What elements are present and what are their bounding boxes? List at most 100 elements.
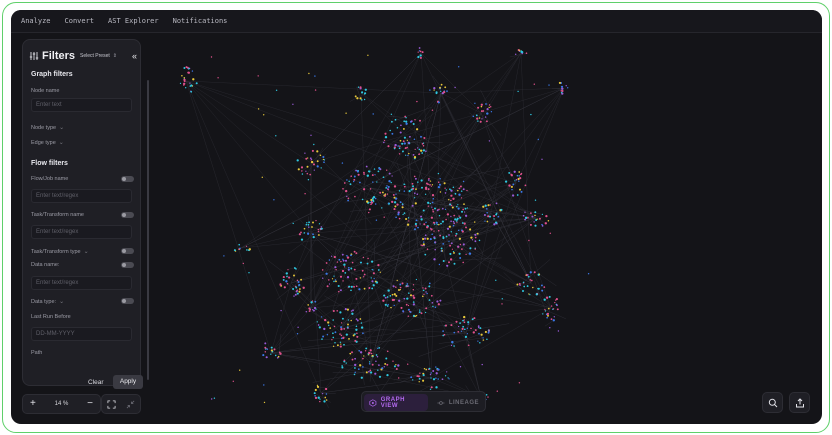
graph-node[interactable]: [447, 377, 449, 379]
graph-node[interactable]: [287, 269, 289, 271]
graph-node[interactable]: [548, 295, 551, 298]
graph-node[interactable]: [468, 252, 471, 255]
graph-node[interactable]: [422, 374, 425, 377]
graph-node[interactable]: [362, 188, 366, 191]
graph-node[interactable]: [433, 236, 436, 239]
graph-node[interactable]: [362, 256, 365, 259]
graph-node[interactable]: [357, 86, 360, 88]
graph-node[interactable]: [524, 218, 526, 221]
graph-node[interactable]: [556, 304, 558, 307]
graph-node[interactable]: [467, 323, 469, 325]
graph-node[interactable]: [339, 341, 342, 343]
graph-node[interactable]: [340, 322, 343, 324]
graph-node[interactable]: [473, 317, 476, 320]
graph-node[interactable]: [296, 333, 299, 335]
graph-node[interactable]: [368, 370, 370, 373]
graph-node[interactable]: [414, 177, 417, 180]
graph-node[interactable]: [418, 153, 421, 155]
graph-node[interactable]: [318, 223, 321, 225]
graph-node[interactable]: [420, 135, 422, 138]
graph-node[interactable]: [428, 285, 431, 288]
graph-node[interactable]: [343, 182, 346, 184]
graph-node[interactable]: [360, 322, 363, 324]
graph-node[interactable]: [403, 183, 405, 185]
graph-node[interactable]: [382, 176, 385, 179]
graph-node[interactable]: [400, 306, 403, 309]
graph-node[interactable]: [363, 276, 365, 278]
graph-node[interactable]: [371, 280, 374, 283]
graph-node[interactable]: [514, 180, 516, 182]
graph-node[interactable]: [388, 180, 391, 183]
graph-node[interactable]: [394, 205, 397, 208]
graph-node[interactable]: [339, 345, 342, 348]
graph-node[interactable]: [363, 355, 365, 357]
graph-node[interactable]: [399, 201, 402, 204]
graph-node[interactable]: [352, 334, 355, 337]
graph-node[interactable]: [360, 326, 364, 329]
graph-node[interactable]: [541, 223, 543, 226]
graph-node[interactable]: [342, 280, 344, 282]
graph-node[interactable]: [481, 118, 483, 120]
graph-node[interactable]: [314, 395, 316, 397]
graph-node[interactable]: [417, 226, 419, 229]
graph-node[interactable]: [362, 332, 364, 335]
graph-node[interactable]: [321, 392, 324, 395]
graph-node[interactable]: [349, 352, 352, 355]
graph-node[interactable]: [463, 328, 466, 331]
graph-node[interactable]: [312, 221, 314, 224]
graph-node[interactable]: [323, 161, 325, 164]
graph-node[interactable]: [332, 319, 334, 321]
graph-node[interactable]: [391, 293, 394, 296]
graph-node[interactable]: [389, 129, 392, 132]
graph-node[interactable]: [485, 393, 488, 396]
graph-node[interactable]: [530, 212, 532, 214]
graph-node[interactable]: [336, 310, 338, 312]
graph-node[interactable]: [521, 289, 525, 293]
graph-node[interactable]: [413, 138, 416, 140]
nav-analyze[interactable]: Analyze: [21, 17, 51, 25]
graph-node[interactable]: [286, 282, 289, 285]
graph-node[interactable]: [353, 268, 356, 271]
graph-node[interactable]: [374, 197, 377, 200]
graph-node[interactable]: [466, 327, 468, 329]
graph-node[interactable]: [396, 126, 399, 129]
graph-node[interactable]: [309, 157, 312, 160]
graph-node[interactable]: [518, 50, 521, 53]
graph-node[interactable]: [403, 120, 406, 123]
graph-node[interactable]: [353, 373, 356, 376]
graph-node[interactable]: [415, 225, 418, 227]
graph-node[interactable]: [466, 207, 468, 209]
graph-node[interactable]: [446, 213, 450, 216]
graph-node[interactable]: [465, 253, 467, 256]
graph-node[interactable]: [495, 202, 498, 205]
graph-node[interactable]: [432, 370, 435, 372]
graph-node[interactable]: [478, 117, 481, 119]
graph-node[interactable]: [435, 386, 438, 389]
graph-node[interactable]: [319, 398, 321, 400]
graph-node[interactable]: [458, 237, 462, 240]
graph-node[interactable]: [459, 185, 462, 188]
graph-node[interactable]: [425, 368, 428, 371]
graph-node[interactable]: [428, 177, 430, 180]
graph-node[interactable]: [315, 219, 317, 222]
graph-node[interactable]: [369, 371, 373, 374]
graph-node[interactable]: [396, 203, 399, 206]
graph-node[interactable]: [408, 292, 410, 294]
task-type-dropdown[interactable]: Task/Transform type ⌄: [31, 248, 89, 256]
graph-node[interactable]: [459, 322, 461, 324]
graph-node[interactable]: [433, 87, 436, 90]
graph-node[interactable]: [213, 397, 216, 399]
graph-node[interactable]: [463, 315, 466, 319]
graph-node[interactable]: [440, 90, 442, 92]
graph-node[interactable]: [512, 183, 515, 186]
graph-node[interactable]: [453, 251, 455, 254]
graph-node[interactable]: [436, 223, 438, 226]
graph-node[interactable]: [541, 158, 543, 160]
graph-node[interactable]: [500, 208, 503, 211]
graph-node[interactable]: [403, 190, 406, 192]
graph-node[interactable]: [422, 243, 425, 246]
graph-node[interactable]: [402, 150, 404, 153]
graph-node[interactable]: [384, 193, 387, 196]
graph-node[interactable]: [296, 159, 299, 162]
graph-node[interactable]: [459, 216, 462, 219]
